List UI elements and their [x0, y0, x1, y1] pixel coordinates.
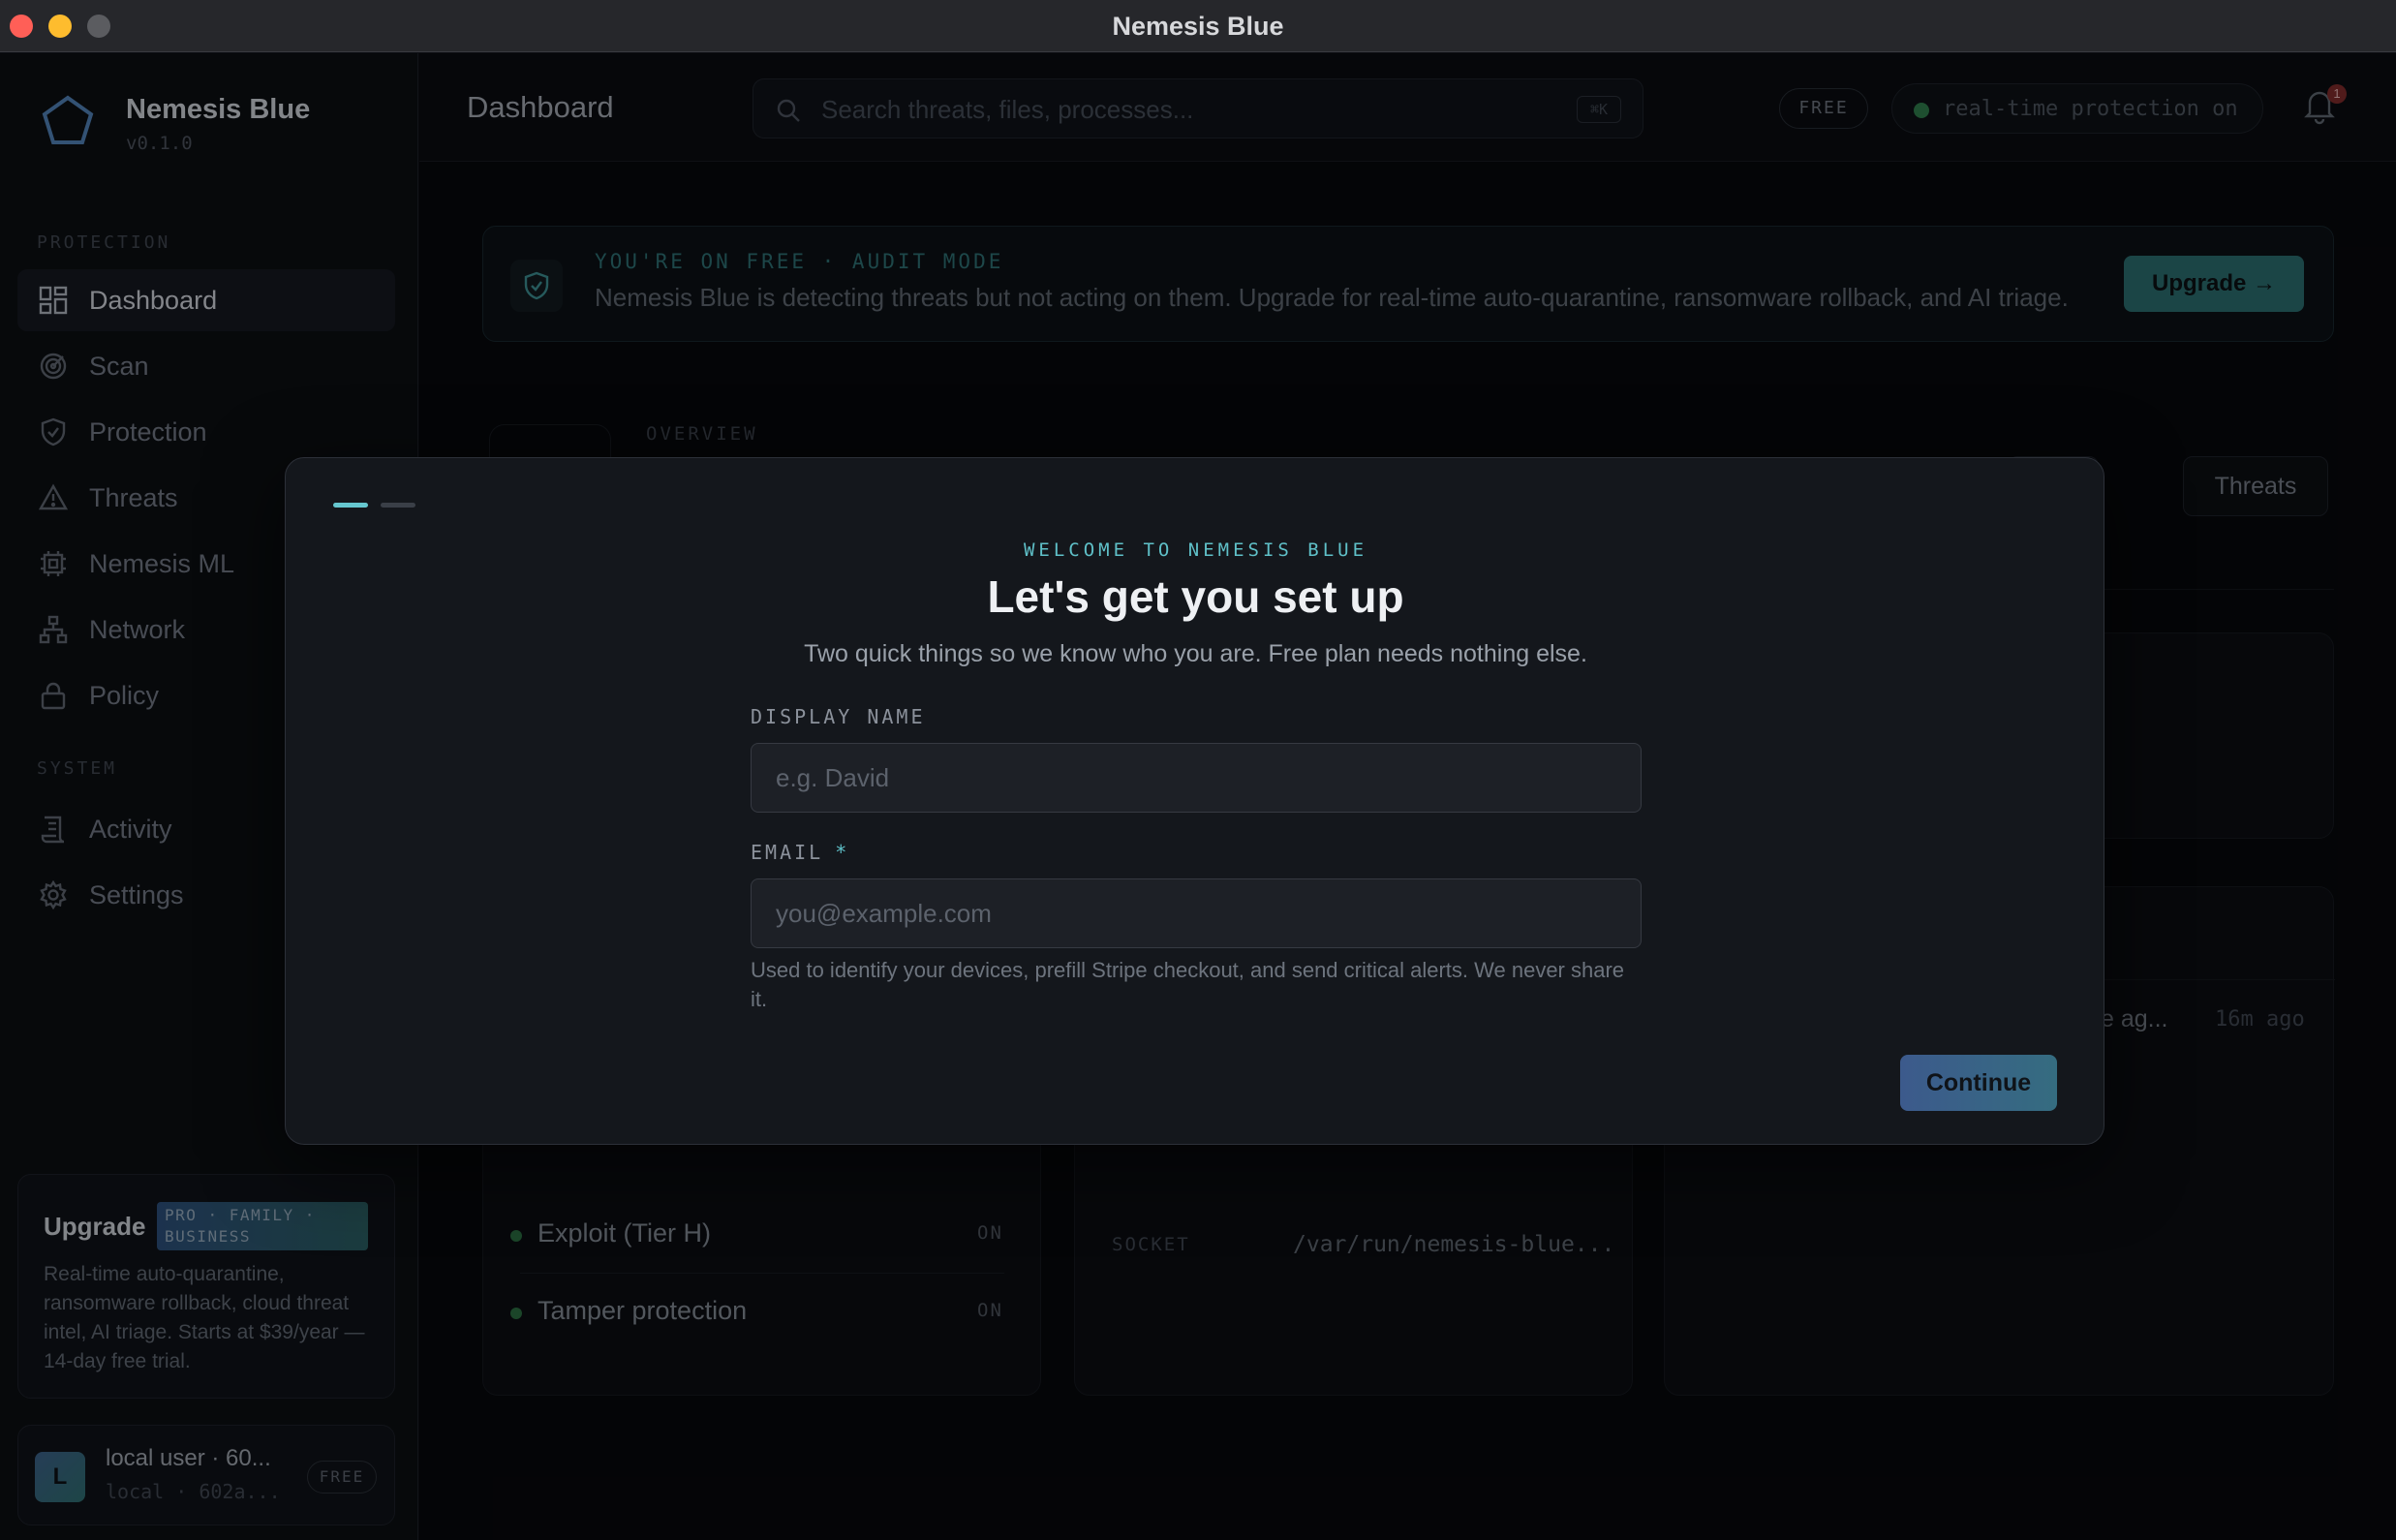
email-label: EMAIL * — [751, 841, 849, 864]
email-help-text: Used to identify your devices, prefill S… — [751, 958, 1625, 1011]
modal-title: Let's get you set up — [987, 571, 1404, 622]
onboarding-modal: WELCOME TO NEMESIS BLUE Let's get you se… — [285, 457, 2104, 1145]
step-indicator-active — [333, 503, 368, 508]
required-marker: * — [835, 841, 850, 864]
email-field[interactable] — [751, 878, 1642, 948]
window-title: Nemesis Blue — [1112, 12, 1284, 41]
display-name-label: DISPLAY NAME — [751, 705, 926, 728]
display-name-field[interactable] — [751, 743, 1642, 813]
window-titlebar: Nemesis Blue — [0, 0, 2396, 52]
modal-eyebrow: WELCOME TO NEMESIS BLUE — [1023, 539, 1368, 561]
continue-button[interactable]: Continue — [1900, 1055, 2057, 1111]
email-label-text: EMAIL — [751, 841, 824, 864]
modal-subtitle: Two quick things so we know who you are.… — [804, 640, 1587, 667]
step-indicator-inactive — [381, 503, 415, 508]
